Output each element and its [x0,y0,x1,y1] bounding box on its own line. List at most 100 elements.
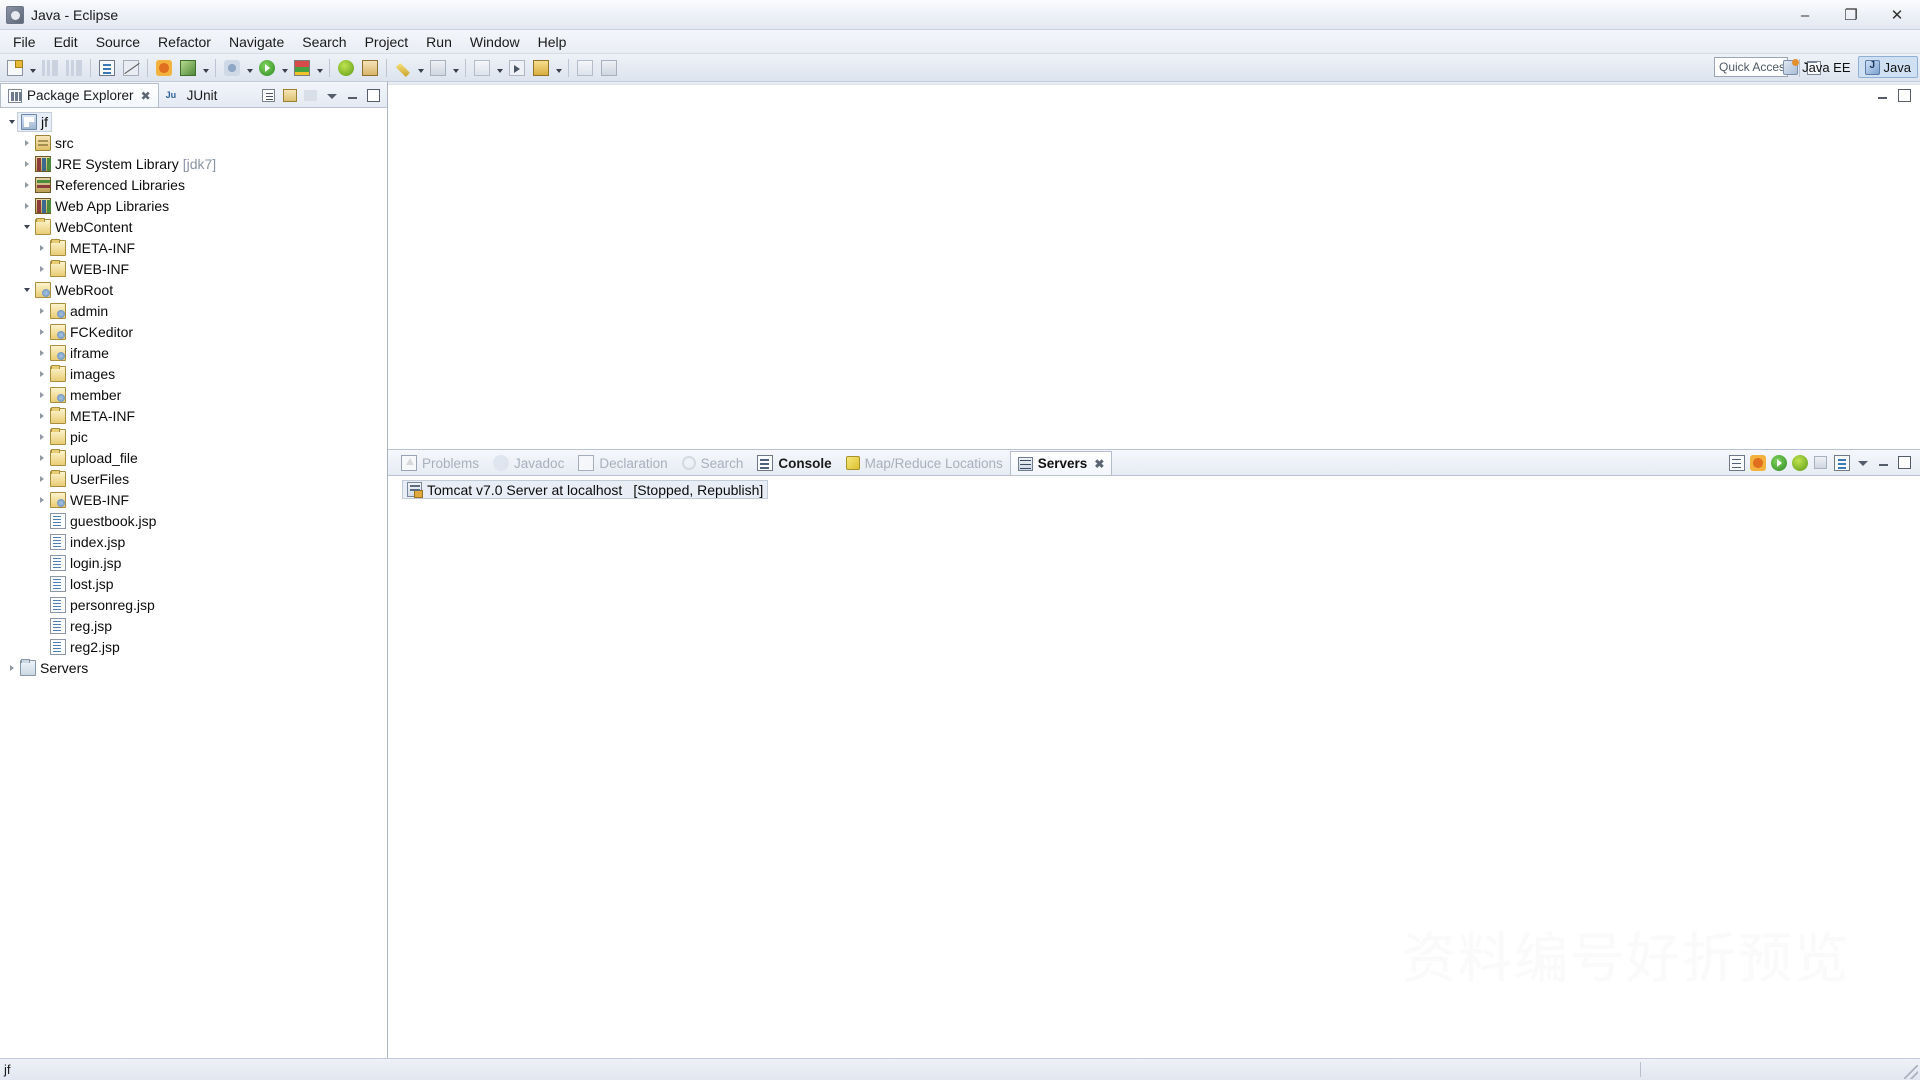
save-all-button[interactable] [63,57,85,79]
chevron-right-icon[interactable] [34,261,50,277]
start-server-button[interactable] [1769,453,1788,472]
tree-item-lost-jsp[interactable]: lost.jsp [0,573,387,594]
chevron-down-icon[interactable] [200,57,211,79]
menu-source[interactable]: Source [87,31,149,53]
forward-button[interactable] [598,57,620,79]
menu-help[interactable]: Help [529,31,576,53]
refresh-button[interactable] [177,57,199,79]
minimize-button[interactable]: – [1782,0,1828,30]
tab-junit[interactable]: Ju JUnit [159,83,225,107]
tree-item-reg2-jsp[interactable]: reg2.jsp [0,636,387,657]
menu-navigate[interactable]: Navigate [220,31,293,53]
tree-item-web-inf[interactable]: WEB-INF [0,258,387,279]
tree-item-upload-file[interactable]: upload_file [0,447,387,468]
menu-refactor[interactable]: Refactor [149,31,220,53]
tree-item-src[interactable]: src [0,132,387,153]
toggle-breakpoint-button[interactable] [120,57,142,79]
debug-button[interactable] [221,57,243,79]
tree-item-meta-inf[interactable]: META-INF [0,237,387,258]
chevron-right-icon[interactable] [34,408,50,424]
coverage-button[interactable] [291,57,313,79]
menu-run[interactable]: Run [417,31,461,53]
run-button[interactable] [256,57,278,79]
tab-javadoc[interactable]: Javadoc [486,451,571,475]
resize-grip-icon[interactable] [1904,1065,1918,1079]
tree-item-meta-inf[interactable]: META-INF [0,405,387,426]
previous-edit-button[interactable] [506,57,528,79]
chevron-right-icon[interactable] [34,492,50,508]
chevron-right-icon[interactable] [34,324,50,340]
tree-item-images[interactable]: images [0,363,387,384]
chevron-right-icon[interactable] [34,450,50,466]
profile-server-button[interactable] [1790,453,1809,472]
chevron-right-icon[interactable] [34,240,50,256]
tree-item-login-jsp[interactable]: login.jsp [0,552,387,573]
new-wizard-button[interactable] [4,57,26,79]
chevron-right-icon[interactable] [19,156,35,172]
link-with-editor-button[interactable] [280,86,299,105]
bottom-view-menu-button[interactable] [1853,453,1872,472]
chevron-right-icon[interactable] [19,198,35,214]
chevron-down-icon[interactable] [19,282,35,298]
quick-fix-button[interactable] [392,57,414,79]
tree-item-personreg-jsp[interactable]: personreg.jsp [0,594,387,615]
collapse-all-button[interactable] [259,86,278,105]
bottom-maximize-button[interactable] [1895,453,1914,472]
next-annotation-button[interactable] [471,57,493,79]
tree-item-jf[interactable]: jf [0,111,387,132]
tree-item-web-app-libraries[interactable]: Web App Libraries [0,195,387,216]
tab-problems[interactable]: Problems [394,451,486,475]
tree-item-index-jsp[interactable]: index.jsp [0,531,387,552]
menu-search[interactable]: Search [293,31,355,53]
menu-file[interactable]: File [4,31,45,53]
maximize-view-button[interactable] [364,86,383,105]
close-icon[interactable]: ✖ [1094,457,1104,471]
new-java-class-button[interactable] [153,57,175,79]
tree-item-fckeditor[interactable]: FCKeditor [0,321,387,342]
tab-console[interactable]: Console [750,451,838,475]
print-button[interactable] [96,57,118,79]
save-button[interactable] [39,57,61,79]
chevron-right-icon[interactable] [34,387,50,403]
tree-item-servers[interactable]: Servers [0,657,387,678]
restore-editor-button[interactable] [1873,86,1892,105]
chevron-down-icon[interactable] [314,57,325,79]
menu-edit[interactable]: Edit [45,31,87,53]
chevron-right-icon[interactable] [34,429,50,445]
chevron-down-icon[interactable] [279,57,290,79]
chevron-down-icon[interactable] [553,57,564,79]
tree-item-userfiles[interactable]: UserFiles [0,468,387,489]
tab-search[interactable]: Search [675,451,751,475]
close-button[interactable]: ✕ [1874,0,1920,30]
view-menu-button[interactable] [322,86,341,105]
tree-item-guestbook-jsp[interactable]: guestbook.jsp [0,510,387,531]
tree-item-iframe[interactable]: iframe [0,342,387,363]
tree-item-member[interactable]: member [0,384,387,405]
chevron-right-icon[interactable] [19,135,35,151]
close-icon[interactable]: ✖ [141,89,151,103]
back-button[interactable] [574,57,596,79]
tab-declaration[interactable]: Declaration [571,451,674,475]
perspective-java-ee[interactable]: Java EE [1776,56,1857,78]
tree-item-reg-jsp[interactable]: reg.jsp [0,615,387,636]
bottom-minimize-button[interactable] [1874,453,1893,472]
chevron-down-icon[interactable] [415,57,426,79]
maximize-button[interactable]: ❐ [1828,0,1874,30]
tree-item-webcontent[interactable]: WebContent [0,216,387,237]
menu-project[interactable]: Project [356,31,418,53]
perspective-java[interactable]: Java [1857,56,1918,78]
tree-item-webroot[interactable]: WebRoot [0,279,387,300]
tree-item-referenced-libraries[interactable]: Referenced Libraries [0,174,387,195]
menu-window[interactable]: Window [461,31,529,53]
focus-active-task-button[interactable] [301,86,320,105]
debug-server-button[interactable] [1748,453,1767,472]
chevron-right-icon[interactable] [34,471,50,487]
tab-servers[interactable]: Servers ✖ [1009,451,1113,475]
chevron-down-icon[interactable] [494,57,505,79]
project-tree[interactable]: jf src JRE System Library [jdk7] Referenced … [0,108,387,1058]
stop-server-button[interactable] [1811,453,1830,472]
publish-server-button[interactable] [1832,453,1851,472]
tree-item-admin[interactable]: admin [0,300,387,321]
chevron-right-icon[interactable] [4,660,20,676]
minimize-view-button[interactable] [343,86,362,105]
